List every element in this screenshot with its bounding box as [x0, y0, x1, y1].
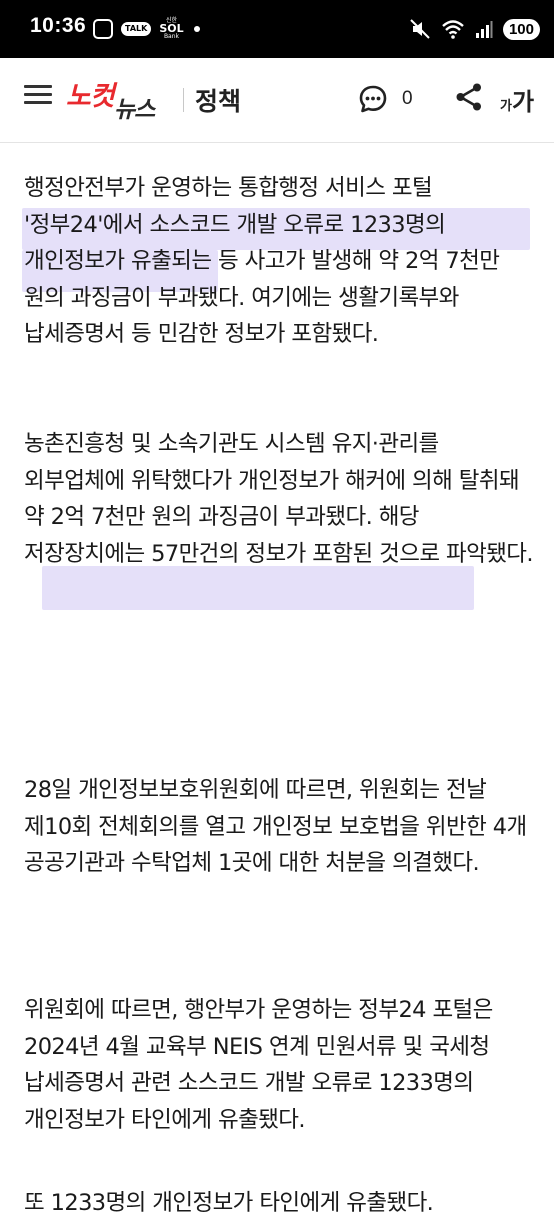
logo-nocut: 노컷 [66, 81, 115, 112]
mute-icon [410, 19, 430, 39]
comment-icon [359, 85, 387, 113]
text-highlight [42, 566, 474, 610]
status-bar: 10:36 TALK 신한 SOL Bank 100 [0, 0, 554, 58]
share-button[interactable] [455, 82, 483, 112]
font-size-small-label: 가 [500, 99, 512, 114]
sol-main: SOL [159, 22, 184, 35]
signal-icon [475, 21, 493, 38]
section-title: 정책 [195, 87, 242, 116]
notification-dot-icon [193, 26, 200, 32]
status-right-icons: 100 [409, 16, 540, 42]
sol-bank-icon: 신한 SOL Bank [159, 17, 183, 41]
logo-news: 뉴스 [114, 97, 155, 123]
app-header: 노컷 뉴스 정책 0 가가 [0, 58, 554, 143]
screenshot-icon [93, 19, 113, 39]
header-divider [183, 88, 184, 112]
article-paragraph: 농촌진흥청 및 소속기관도 시스템 유지·관리를 외부업체에 위탁했다가 개인정… [24, 431, 534, 567]
font-size-big-label: 가 [511, 88, 535, 116]
comment-count: 0 [402, 88, 413, 109]
comment-button[interactable]: 0 [358, 84, 413, 114]
battery-indicator: 100 [502, 18, 540, 40]
article-paragraph: 28일 개인정보보호위원회에 따르면, 위원회는 전날 제10회 전체회의를 열… [24, 777, 527, 876]
font-size-button[interactable]: 가가 [500, 82, 534, 117]
article-paragraph-partial: 또 1233명의 개인정보가 타인에게 유출됐다. [24, 1190, 434, 1215]
status-notification-icons: TALK 신한 SOL Bank [93, 16, 200, 42]
kakaotalk-icon: TALK [121, 22, 152, 36]
status-time: 10:36 [30, 14, 87, 37]
wifi-icon [442, 20, 464, 39]
article-paragraph: 위원회에 따르면, 행안부가 운영하는 정부24 포털은 2024년 4월 교육… [24, 997, 493, 1133]
article-paragraph: 행정안전부가 운영하는 통합행정 서비스 포털 '정부24'에서 소스코드 개발… [24, 175, 500, 347]
share-icon [456, 83, 481, 111]
nocutnews-logo[interactable]: 노컷 뉴스 [66, 72, 176, 123]
menu-icon[interactable] [24, 85, 52, 105]
